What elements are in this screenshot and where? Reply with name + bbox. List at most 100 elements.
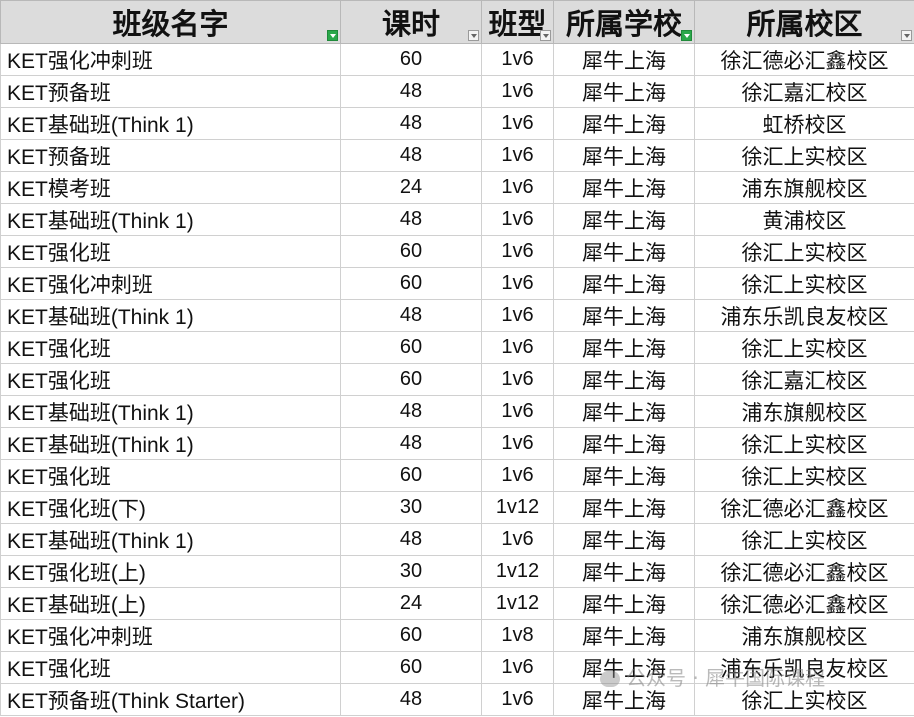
- cell-school[interactable]: 犀牛上海: [553, 203, 695, 236]
- filter-dropdown-icon[interactable]: [901, 30, 912, 41]
- cell-school[interactable]: 犀牛上海: [553, 75, 695, 108]
- table-row[interactable]: KET强化班(上) 30 1v12 犀牛上海 徐汇德必汇鑫校区: [0, 555, 914, 588]
- cell-school[interactable]: 犀牛上海: [553, 651, 695, 684]
- cell-school[interactable]: 犀牛上海: [553, 555, 695, 588]
- cell-class-type[interactable]: 1v6: [481, 267, 554, 300]
- table-row[interactable]: KET强化班 60 1v6 犀牛上海 徐汇上实校区: [0, 331, 914, 364]
- cell-campus[interactable]: 徐汇上实校区: [694, 427, 914, 460]
- table-row[interactable]: KET预备班(Think Starter) 48 1v6 犀牛上海 徐汇上实校区: [0, 683, 914, 716]
- cell-class-name[interactable]: KET强化班(上): [0, 555, 341, 588]
- cell-campus[interactable]: 徐汇德必汇鑫校区: [694, 491, 914, 524]
- cell-campus[interactable]: 徐汇上实校区: [694, 267, 914, 300]
- table-row[interactable]: KET基础班(Think 1) 48 1v6 犀牛上海 浦东乐凯良友校区: [0, 299, 914, 332]
- cell-school[interactable]: 犀牛上海: [553, 683, 695, 716]
- cell-class-type[interactable]: 1v6: [481, 395, 554, 428]
- cell-hours[interactable]: 30: [340, 491, 482, 524]
- cell-campus[interactable]: 徐汇嘉汇校区: [694, 75, 914, 108]
- cell-class-name[interactable]: KET强化冲刺班: [0, 619, 341, 652]
- table-row[interactable]: KET基础班(上) 24 1v12 犀牛上海 徐汇德必汇鑫校区: [0, 587, 914, 620]
- cell-class-name[interactable]: KET强化班: [0, 459, 341, 492]
- header-school[interactable]: 所属学校: [553, 0, 695, 44]
- cell-hours[interactable]: 48: [340, 427, 482, 460]
- cell-class-type[interactable]: 1v6: [481, 171, 554, 204]
- cell-hours[interactable]: 60: [340, 459, 482, 492]
- cell-campus[interactable]: 徐汇德必汇鑫校区: [694, 555, 914, 588]
- cell-campus[interactable]: 浦东乐凯良友校区: [694, 299, 914, 332]
- cell-campus[interactable]: 浦东旗舰校区: [694, 171, 914, 204]
- filter-dropdown-icon[interactable]: [468, 30, 479, 41]
- cell-campus[interactable]: 黄浦校区: [694, 203, 914, 236]
- cell-hours[interactable]: 60: [340, 619, 482, 652]
- table-row[interactable]: KET预备班 48 1v6 犀牛上海 徐汇嘉汇校区: [0, 75, 914, 108]
- cell-school[interactable]: 犀牛上海: [553, 363, 695, 396]
- cell-school[interactable]: 犀牛上海: [553, 107, 695, 140]
- cell-class-type[interactable]: 1v12: [481, 587, 554, 620]
- cell-class-name[interactable]: KET模考班: [0, 171, 341, 204]
- cell-class-type[interactable]: 1v6: [481, 683, 554, 716]
- cell-campus[interactable]: 徐汇上实校区: [694, 235, 914, 268]
- cell-school[interactable]: 犀牛上海: [553, 459, 695, 492]
- cell-hours[interactable]: 60: [340, 43, 482, 76]
- cell-class-type[interactable]: 1v6: [481, 523, 554, 556]
- cell-campus[interactable]: 浦东乐凯良友校区: [694, 651, 914, 684]
- cell-class-type[interactable]: 1v6: [481, 363, 554, 396]
- cell-class-name[interactable]: KET基础班(Think 1): [0, 523, 341, 556]
- table-row[interactable]: KET强化班 60 1v6 犀牛上海 徐汇上实校区: [0, 235, 914, 268]
- cell-class-type[interactable]: 1v12: [481, 555, 554, 588]
- header-hours[interactable]: 课时: [340, 0, 482, 44]
- cell-campus[interactable]: 徐汇上实校区: [694, 459, 914, 492]
- table-row[interactable]: KET强化班 60 1v6 犀牛上海 徐汇上实校区: [0, 459, 914, 492]
- table-row[interactable]: KET基础班(Think 1) 48 1v6 犀牛上海 黄浦校区: [0, 203, 914, 236]
- cell-campus[interactable]: 虹桥校区: [694, 107, 914, 140]
- cell-class-name[interactable]: KET基础班(Think 1): [0, 203, 341, 236]
- cell-hours[interactable]: 60: [340, 331, 482, 364]
- cell-hours[interactable]: 48: [340, 203, 482, 236]
- cell-class-name[interactable]: KET强化班: [0, 331, 341, 364]
- table-row[interactable]: KET强化班 60 1v6 犀牛上海 浦东乐凯良友校区: [0, 651, 914, 684]
- cell-class-type[interactable]: 1v6: [481, 299, 554, 332]
- cell-hours[interactable]: 60: [340, 651, 482, 684]
- cell-campus[interactable]: 徐汇上实校区: [694, 331, 914, 364]
- table-row[interactable]: KET强化班(下) 30 1v12 犀牛上海 徐汇德必汇鑫校区: [0, 491, 914, 524]
- cell-class-name[interactable]: KET强化班: [0, 363, 341, 396]
- cell-campus[interactable]: 徐汇嘉汇校区: [694, 363, 914, 396]
- cell-class-name[interactable]: KET预备班(Think Starter): [0, 683, 341, 716]
- table-row[interactable]: KET基础班(Think 1) 48 1v6 犀牛上海 浦东旗舰校区: [0, 395, 914, 428]
- cell-class-type[interactable]: 1v6: [481, 43, 554, 76]
- cell-hours[interactable]: 48: [340, 395, 482, 428]
- header-campus[interactable]: 所属校区: [694, 0, 914, 44]
- cell-hours[interactable]: 24: [340, 587, 482, 620]
- cell-class-name[interactable]: KET强化冲刺班: [0, 43, 341, 76]
- cell-class-name[interactable]: KET基础班(上): [0, 587, 341, 620]
- cell-class-name[interactable]: KET强化班: [0, 651, 341, 684]
- cell-school[interactable]: 犀牛上海: [553, 267, 695, 300]
- cell-school[interactable]: 犀牛上海: [553, 427, 695, 460]
- cell-school[interactable]: 犀牛上海: [553, 619, 695, 652]
- cell-hours[interactable]: 48: [340, 523, 482, 556]
- cell-class-type[interactable]: 1v6: [481, 459, 554, 492]
- table-row[interactable]: KET基础班(Think 1) 48 1v6 犀牛上海 徐汇上实校区: [0, 523, 914, 556]
- table-row[interactable]: KET强化冲刺班 60 1v6 犀牛上海 徐汇上实校区: [0, 267, 914, 300]
- cell-campus[interactable]: 浦东旗舰校区: [694, 395, 914, 428]
- cell-school[interactable]: 犀牛上海: [553, 299, 695, 332]
- cell-hours[interactable]: 48: [340, 683, 482, 716]
- cell-hours[interactable]: 48: [340, 107, 482, 140]
- cell-hours[interactable]: 30: [340, 555, 482, 588]
- cell-campus[interactable]: 徐汇德必汇鑫校区: [694, 587, 914, 620]
- cell-class-name[interactable]: KET基础班(Think 1): [0, 427, 341, 460]
- cell-school[interactable]: 犀牛上海: [553, 587, 695, 620]
- cell-class-type[interactable]: 1v6: [481, 107, 554, 140]
- cell-class-name[interactable]: KET强化冲刺班: [0, 267, 341, 300]
- cell-hours[interactable]: 24: [340, 171, 482, 204]
- table-row[interactable]: KET模考班 24 1v6 犀牛上海 浦东旗舰校区: [0, 171, 914, 204]
- table-row[interactable]: KET强化冲刺班 60 1v6 犀牛上海 徐汇德必汇鑫校区: [0, 43, 914, 76]
- cell-hours[interactable]: 48: [340, 139, 482, 172]
- cell-campus[interactable]: 徐汇上实校区: [694, 683, 914, 716]
- cell-class-type[interactable]: 1v6: [481, 203, 554, 236]
- cell-class-name[interactable]: KET基础班(Think 1): [0, 107, 341, 140]
- cell-school[interactable]: 犀牛上海: [553, 395, 695, 428]
- cell-class-type[interactable]: 1v6: [481, 235, 554, 268]
- filter-active-icon[interactable]: [681, 30, 692, 41]
- cell-class-type[interactable]: 1v12: [481, 491, 554, 524]
- cell-school[interactable]: 犀牛上海: [553, 171, 695, 204]
